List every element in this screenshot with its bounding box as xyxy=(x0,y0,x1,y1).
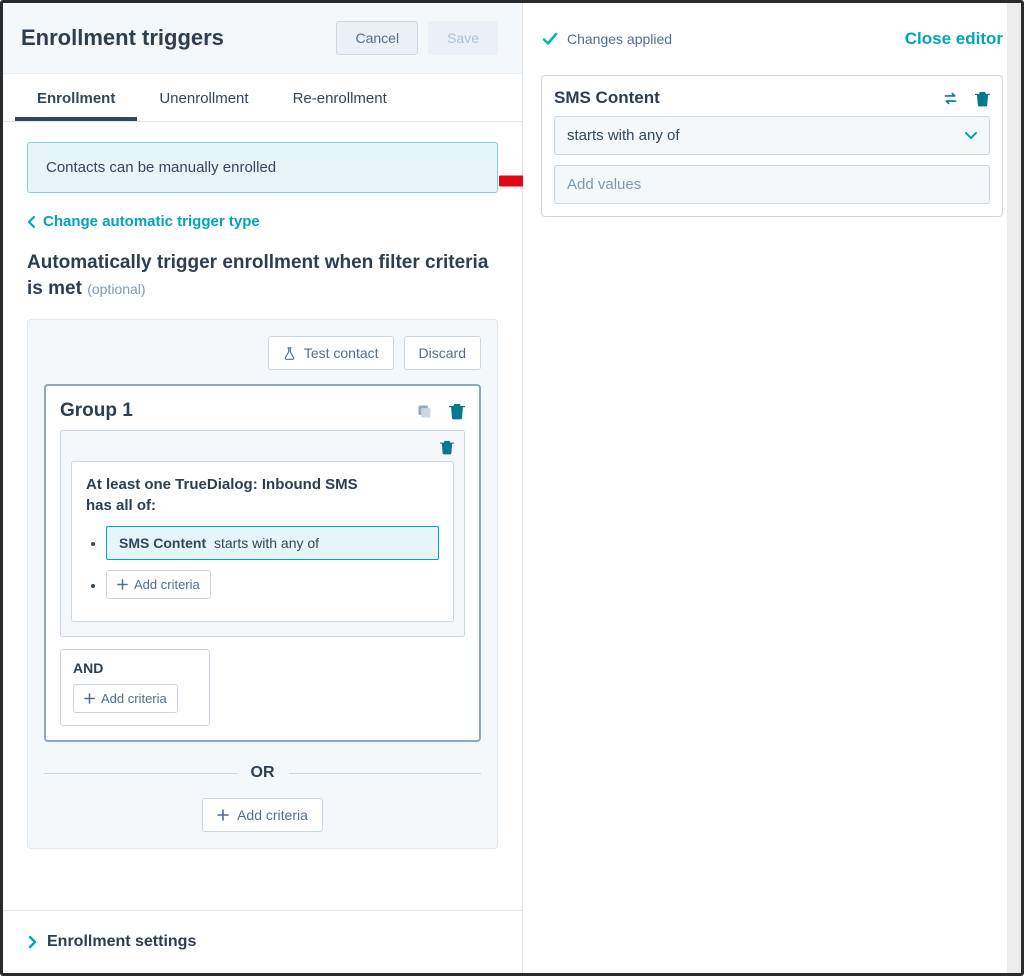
trash-icon[interactable] xyxy=(440,439,454,455)
tab-enrollment[interactable]: Enrollment xyxy=(15,74,137,121)
app-frame: Enrollment triggers Cancel Save Enrollme… xyxy=(0,0,1024,976)
chevron-left-icon xyxy=(27,215,37,229)
tab-unenrollment[interactable]: Unenrollment xyxy=(137,74,270,121)
or-add-row: Add criteria xyxy=(44,798,481,832)
criteria-card: At least one TrueDialog: Inbound SMS has… xyxy=(71,461,454,622)
criteria-add-item: Add criteria xyxy=(106,570,439,599)
main-content: Contacts can be manually enrolled Change… xyxy=(3,122,522,910)
trash-icon[interactable] xyxy=(449,402,465,420)
add-criteria-label: Add criteria xyxy=(134,577,200,592)
or-block: OR Add criteria xyxy=(44,764,481,832)
and-add-criteria-button[interactable]: Add criteria xyxy=(73,684,178,713)
editor-header: Changes applied Close editor xyxy=(541,17,1003,61)
trash-icon[interactable] xyxy=(975,90,990,107)
and-label: AND xyxy=(73,660,197,676)
section-title: Automatically trigger enrollment when fi… xyxy=(27,250,498,301)
or-add-criteria-label: Add criteria xyxy=(237,807,308,823)
editor-card: SMS Content starts with any of Add value… xyxy=(541,75,1003,217)
right-edge-shadow xyxy=(1007,3,1021,973)
change-trigger-type-label: Change automatic trigger type xyxy=(43,213,260,230)
group-title: Group 1 xyxy=(60,400,133,422)
filter-group: Group 1 xyxy=(44,384,481,742)
save-button: Save xyxy=(428,21,498,55)
manual-enroll-banner: Contacts can be manually enrolled xyxy=(27,142,498,193)
clone-icon[interactable] xyxy=(416,403,433,420)
operator-select-value: starts with any of xyxy=(567,127,680,144)
cancel-button[interactable]: Cancel xyxy=(336,21,418,55)
operator-select[interactable]: starts with any of xyxy=(554,116,990,155)
divider-line xyxy=(44,773,237,774)
caret-down-icon xyxy=(965,132,977,140)
filter-card: Test contact Discard Group 1 xyxy=(27,319,498,849)
group-icon-row xyxy=(416,402,465,420)
changes-status-label: Changes applied xyxy=(567,31,672,47)
left-header: Enrollment triggers Cancel Save xyxy=(3,3,522,74)
section-optional-text: (optional) xyxy=(87,281,145,297)
flask-icon xyxy=(283,347,296,360)
criteria-item[interactable]: SMS Content starts with any of xyxy=(106,526,439,560)
or-label: OR xyxy=(251,764,275,782)
divider-line xyxy=(289,773,482,774)
tab-reenrollment[interactable]: Re-enrollment xyxy=(271,74,409,121)
enrollment-settings-label: Enrollment settings xyxy=(47,933,196,951)
add-values-input[interactable]: Add values xyxy=(554,165,990,204)
plus-icon xyxy=(217,809,229,821)
discard-button[interactable]: Discard xyxy=(404,336,481,370)
or-divider: OR xyxy=(44,764,481,782)
plus-icon xyxy=(84,693,95,704)
editor-card-header: SMS Content xyxy=(554,88,990,108)
changes-status: Changes applied xyxy=(541,30,672,48)
enrollment-settings-row[interactable]: Enrollment settings xyxy=(3,910,522,973)
or-add-criteria-button[interactable]: Add criteria xyxy=(202,798,323,832)
left-panel: Enrollment triggers Cancel Save Enrollme… xyxy=(3,3,523,973)
check-icon xyxy=(541,30,559,48)
editor-icon-row xyxy=(942,90,990,107)
editor-panel: Changes applied Close editor SMS Content… xyxy=(523,3,1021,973)
close-editor-link[interactable]: Close editor xyxy=(905,29,1003,49)
and-block: AND Add criteria xyxy=(60,649,210,726)
chevron-right-icon xyxy=(27,935,37,949)
test-contact-button[interactable]: Test contact xyxy=(268,336,394,370)
add-criteria-button[interactable]: Add criteria xyxy=(106,570,211,599)
criteria-title: At least one TrueDialog: Inbound SMS has… xyxy=(86,474,439,516)
plus-icon xyxy=(117,579,128,590)
editor-property-title: SMS Content xyxy=(554,88,660,108)
criteria-container: At least one TrueDialog: Inbound SMS has… xyxy=(60,430,465,637)
test-contact-label: Test contact xyxy=(304,345,379,361)
criteria-chip[interactable]: SMS Content starts with any of xyxy=(106,526,439,560)
criteria-trash-row xyxy=(71,439,454,455)
group-header: Group 1 xyxy=(60,400,465,422)
change-trigger-type-link[interactable]: Change automatic trigger type xyxy=(27,213,498,230)
swap-icon[interactable] xyxy=(942,90,959,107)
filter-actions: Test contact Discard xyxy=(44,336,481,370)
page-title: Enrollment triggers xyxy=(21,25,224,51)
tab-bar: Enrollment Unenrollment Re-enrollment xyxy=(3,74,522,122)
criteria-list: SMS Content starts with any of xyxy=(86,526,439,599)
header-actions: Cancel Save xyxy=(336,21,498,55)
and-add-criteria-label: Add criteria xyxy=(101,691,167,706)
